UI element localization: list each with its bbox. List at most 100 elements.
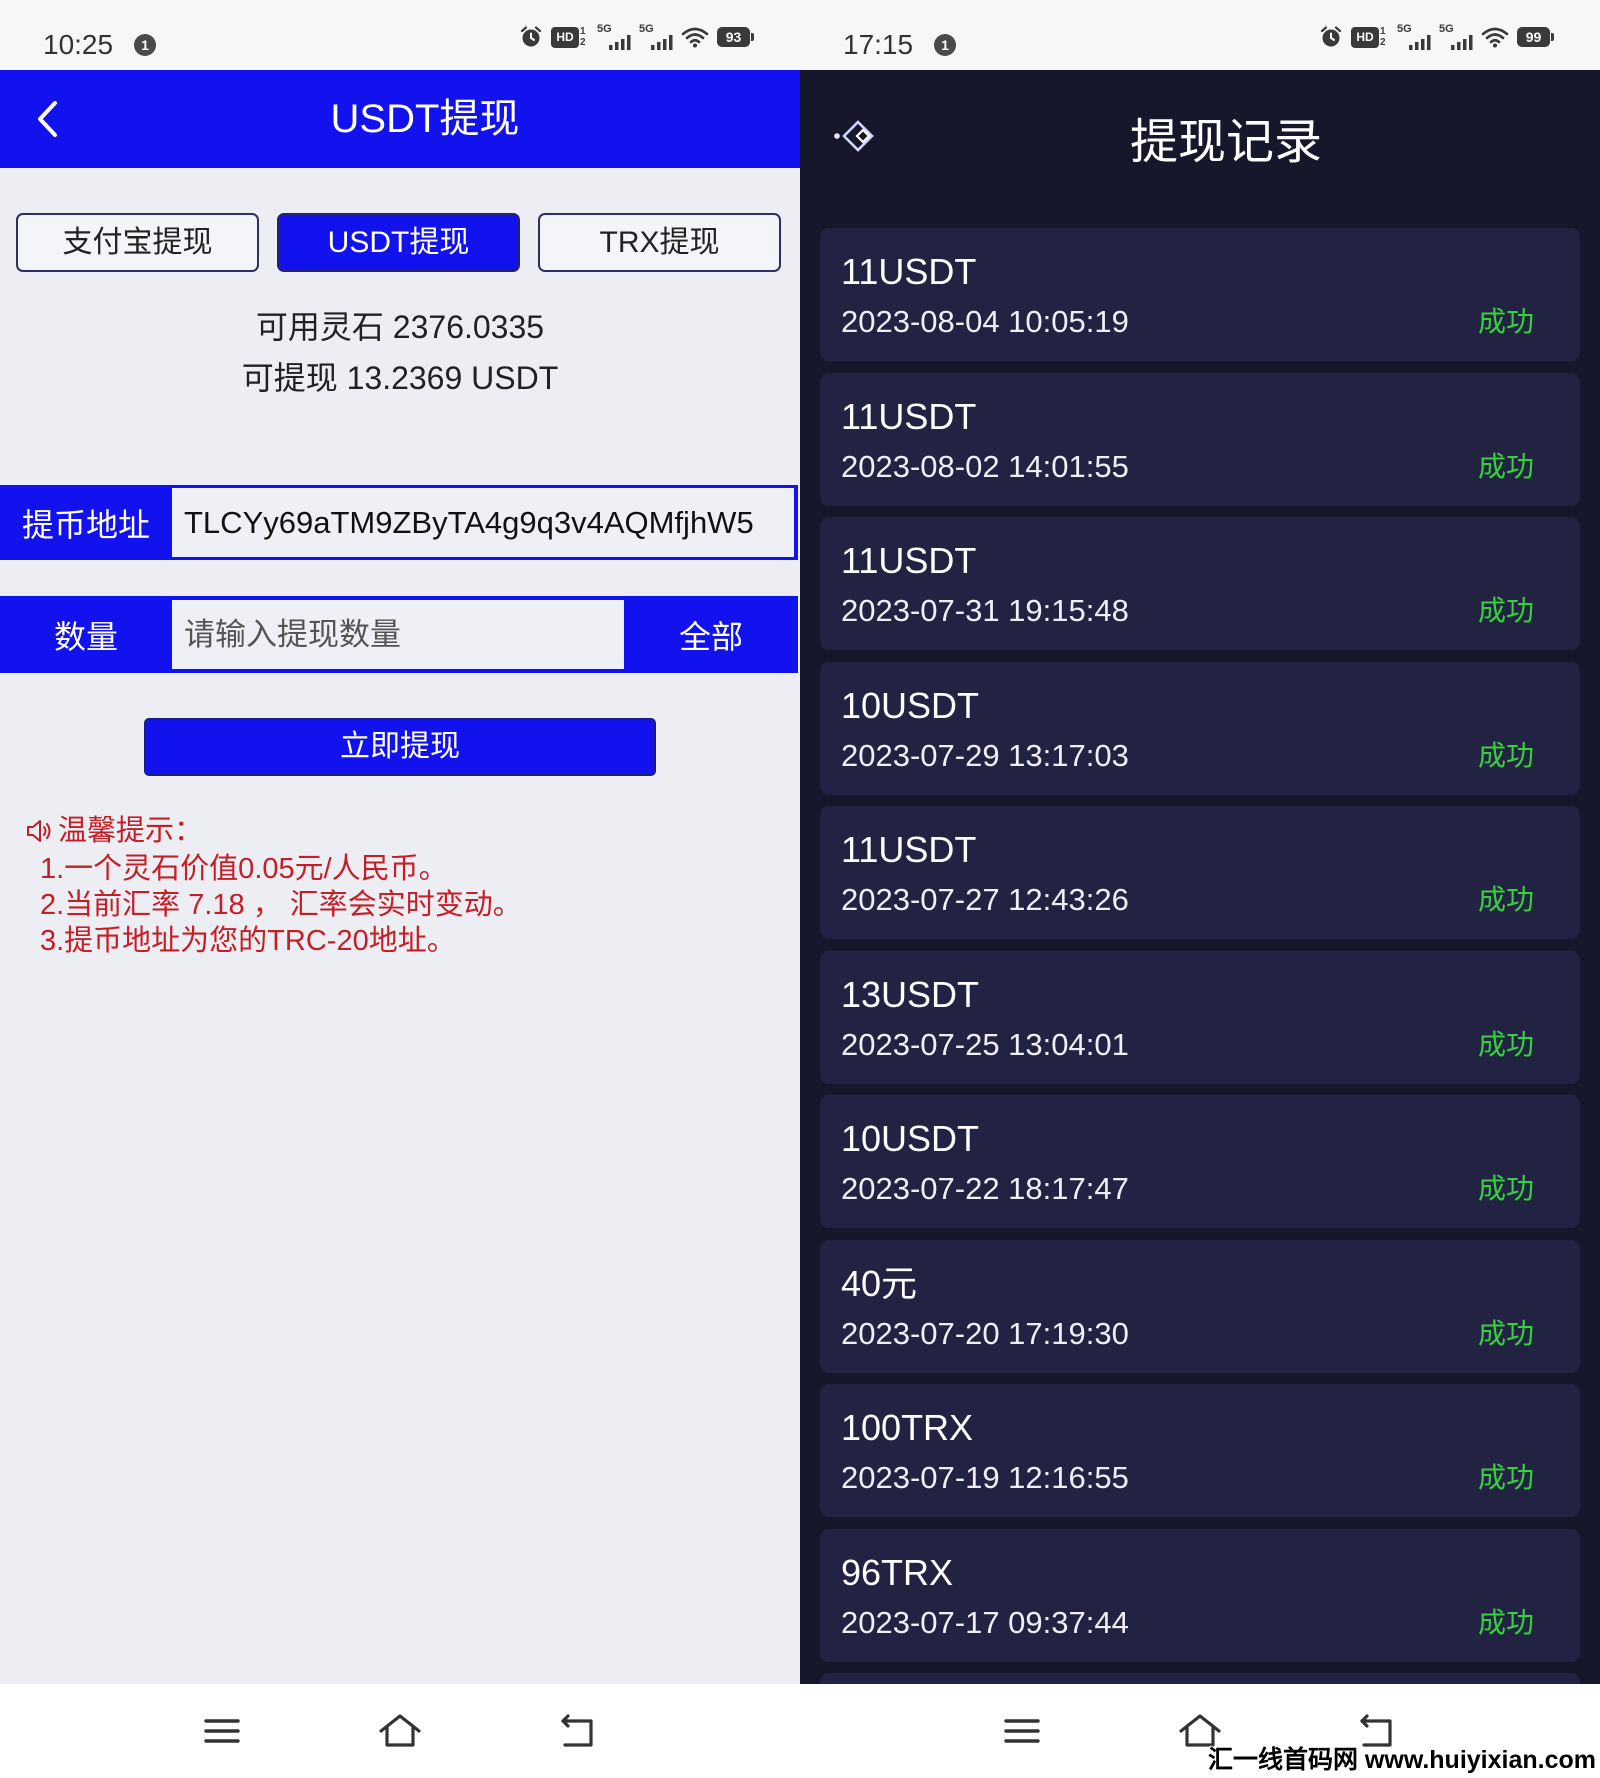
battery-icon: 93 (717, 26, 755, 48)
menu-icon (204, 1719, 240, 1743)
wifi-icon (1481, 27, 1509, 48)
record-amount: 11USDT (841, 251, 977, 292)
status-bar: 10:25 1 HD 1 2 5G 5G 93 (0, 0, 800, 70)
record-status-badge: 成功 (1477, 1606, 1534, 1638)
wifi-icon (681, 27, 709, 48)
record-time: 2023-07-29 13:17:03 (841, 737, 1129, 773)
recent-apps-button[interactable] (200, 1712, 244, 1750)
address-row: 提币地址 (0, 485, 798, 560)
alarm-icon (520, 26, 542, 47)
tab-trx-withdraw[interactable]: TRX提现 (538, 213, 781, 272)
record-status-badge: 成功 (1477, 739, 1534, 771)
alarm-icon (1320, 26, 1342, 47)
address-label: 提币地址 (21, 506, 150, 543)
list-item: 10USDT 2023-07-22 18:17:47 成功 (820, 1095, 1580, 1228)
tab-usdt-withdraw[interactable]: USDT提现 (277, 213, 520, 272)
record-status-badge: 成功 (1477, 1028, 1534, 1060)
hd-top-number: 1 (1380, 26, 1386, 37)
tips-title: 温馨提示： (58, 815, 204, 847)
status-icons: HD 1 2 5G 5G (1319, 22, 1555, 52)
recent-apps-button[interactable] (1000, 1712, 1044, 1750)
signal-icon: 5G (639, 23, 673, 50)
signal-icon: 5G (1397, 23, 1431, 50)
status-icons: HD 1 2 5G 5G (519, 22, 755, 52)
amount-label: 数量 (53, 618, 118, 655)
hd-icon: HD 1 2 (1351, 25, 1389, 49)
amount-row: 数量 全部 (0, 596, 798, 673)
record-status-badge: 成功 (1477, 884, 1534, 915)
list-item: 100TRX 2023-07-19 12:16:55 成功 (820, 1384, 1580, 1517)
sim2-label: 5G (639, 23, 654, 35)
record-time: 2023-07-17 09:37:44 (841, 1604, 1129, 1640)
status-time: 17:15 (843, 29, 914, 60)
back-icon (561, 1714, 593, 1747)
tip-line: 2.当前汇率 7.18 ， 汇率会实时变动。 (40, 889, 522, 921)
record-amount: 11USDT (841, 829, 977, 870)
list-item: 11USDT 2023-07-31 19:15:48 成功 (820, 517, 1580, 650)
record-time: 2023-07-20 17:19:30 (841, 1315, 1129, 1351)
record-amount: 13USDT (841, 973, 980, 1015)
list-item: 10USDT 2023-07-29 13:17:03 成功 (820, 661, 1580, 795)
record-amount: 11USDT (841, 395, 977, 437)
record-amount: 10USDT (841, 684, 980, 726)
record-amount: 100TRX (841, 1407, 974, 1448)
list-item-partial (820, 1673, 1580, 1684)
site-watermark: 汇一线首码网 www.huiyixian.com (1207, 1746, 1596, 1774)
record-amount: 10USDT (841, 1118, 980, 1159)
hd-label: HD (1351, 26, 1379, 48)
page-title: 提现记录 (1129, 116, 1322, 169)
notification-badge: 1 (134, 34, 156, 56)
withdraw-screen: 10:25 1 HD 1 2 5G 5G 93 USDT提现 支付宝提现 USD… (0, 0, 800, 1684)
tab-alipay-withdraw[interactable]: 支付宝提现 (16, 213, 259, 272)
list-item: 40元 2023-07-20 17:19:30 成功 (820, 1239, 1580, 1373)
home-button[interactable] (378, 1712, 422, 1750)
address-input[interactable] (172, 488, 794, 557)
tip-line: 1.一个灵石价值0.05元/人民币。 (40, 853, 448, 885)
record-time: 2023-07-27 12:43:26 (841, 882, 1129, 917)
withdraw-record-list: 11USDT 2023-08-04 10:05:19 成功 11USDT 202… (820, 228, 1580, 1684)
list-item: 13USDT 2023-07-25 13:04:01 成功 (820, 950, 1580, 1084)
system-nav-bar: 汇一线首码网 www.huiyixian.com (0, 1684, 1600, 1778)
status-time: 10:25 (43, 29, 114, 60)
battery-icon: 99 (1517, 26, 1555, 48)
home-icon (379, 1714, 421, 1747)
spirit-stone-balance: 可用灵石 2376.0335 (255, 309, 545, 345)
sim2-label: 5G (1439, 23, 1454, 35)
record-amount: 11USDT (841, 540, 977, 581)
record-status-badge: 成功 (1477, 450, 1534, 482)
status-bar: 17:15 1 HD 1 2 5G 5G 99 (800, 0, 1600, 70)
records-screen: 17:15 1 HD 1 2 5G 5G 99 提现记录 11USDT 2023… (800, 0, 1600, 1684)
battery-level: 93 (717, 27, 750, 47)
record-time: 2023-07-19 12:16:55 (841, 1460, 1129, 1495)
record-time: 2023-07-22 18:17:47 (841, 1171, 1129, 1206)
list-item: 96TRX 2023-07-17 09:37:44 成功 (820, 1528, 1580, 1662)
record-time: 2023-07-25 13:04:01 (841, 1026, 1129, 1062)
page-title: USDT提现 (330, 97, 520, 141)
tip-line: 3.提币地址为您的TRC-20地址。 (40, 925, 456, 957)
hd-bottom-number: 2 (1380, 37, 1386, 48)
menu-icon (1004, 1719, 1040, 1743)
withdraw-all-button[interactable]: 全部 (624, 596, 798, 673)
amount-input[interactable] (172, 600, 624, 669)
record-amount: 96TRX (841, 1551, 954, 1593)
battery-level: 99 (1517, 27, 1550, 47)
withdraw-now-button[interactable]: 立即提现 (144, 718, 656, 776)
record-time: 2023-08-02 14:01:55 (841, 448, 1129, 484)
list-item: 11USDT 2023-07-27 12:43:26 成功 (820, 806, 1580, 939)
record-amount: 40元 (841, 1262, 918, 1304)
hd-label: HD (551, 26, 579, 48)
sim1-label: 5G (1397, 23, 1412, 35)
notification-badge: 1 (934, 34, 956, 56)
signal-icon: 5G (1439, 23, 1473, 50)
record-time: 2023-08-04 10:05:19 (841, 304, 1129, 339)
page-header: USDT提现 (0, 70, 800, 168)
speaker-icon (27, 820, 51, 842)
record-status-badge: 成功 (1477, 1462, 1534, 1493)
sim1-label: 5G (597, 23, 612, 35)
list-item: 11USDT 2023-08-02 14:01:55 成功 (820, 372, 1580, 506)
record-status-badge: 成功 (1477, 595, 1534, 626)
record-status-badge: 成功 (1477, 306, 1534, 337)
back-nav-button[interactable] (556, 1712, 600, 1750)
record-status-badge: 成功 (1477, 1317, 1534, 1349)
signal-icon: 5G (597, 23, 631, 50)
